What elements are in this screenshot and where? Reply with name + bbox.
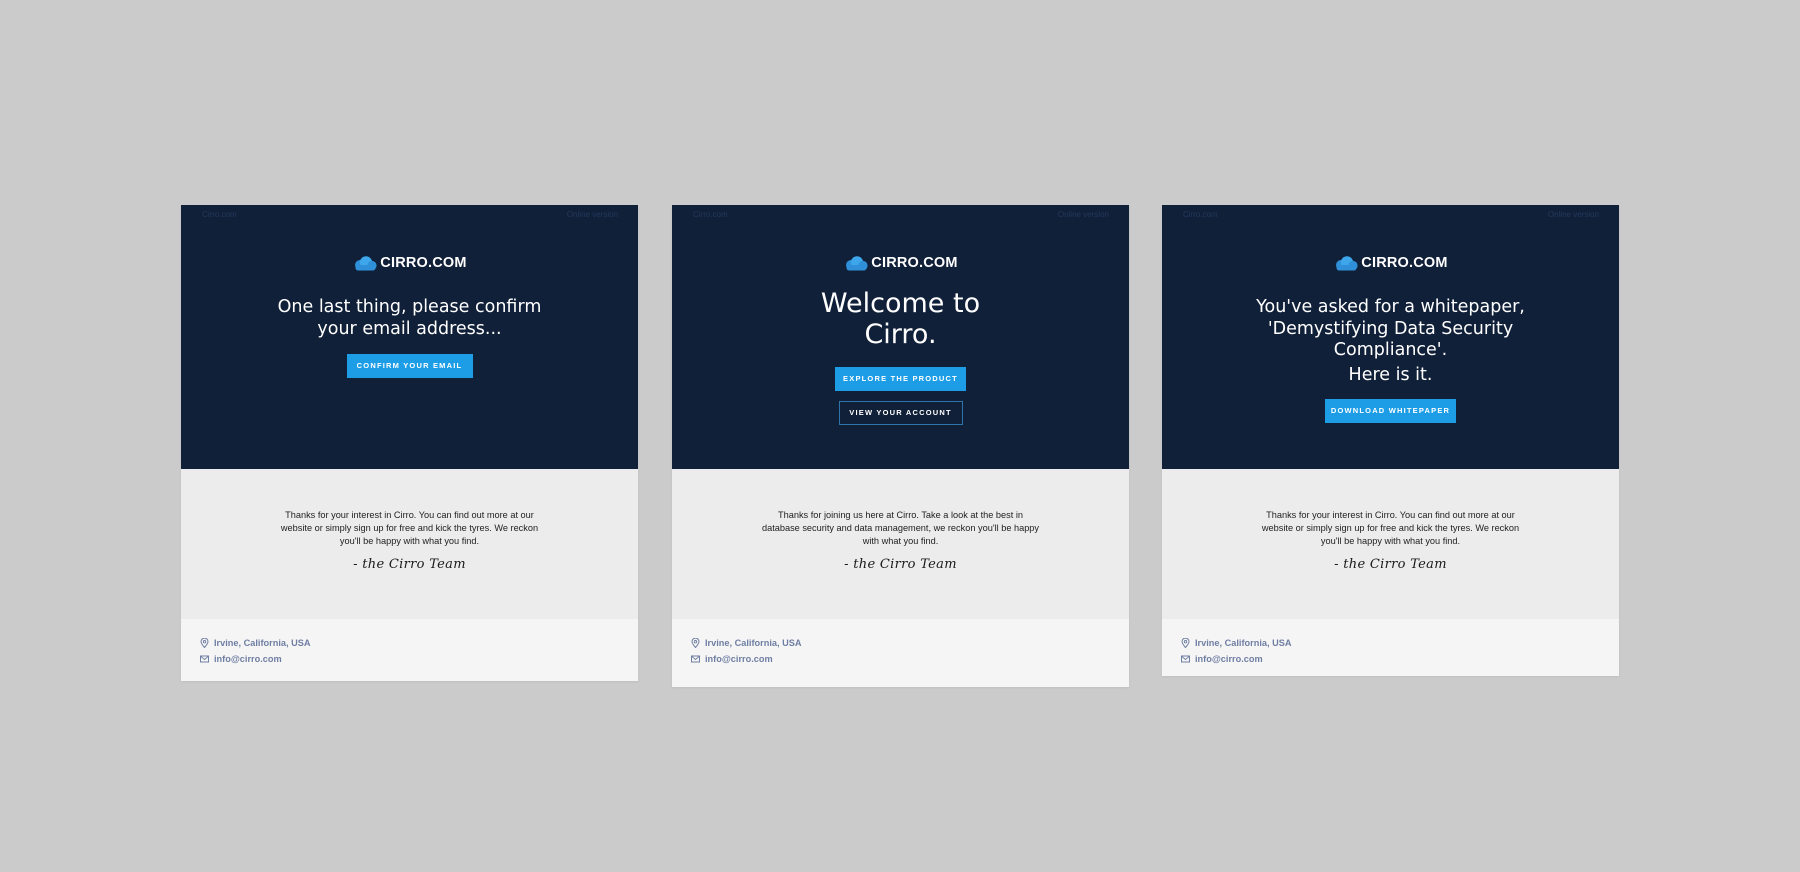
cirro-logo: CIRRO.COM (672, 253, 1129, 273)
footer-location-text: Irvine, California, USA (214, 638, 311, 648)
envelope-icon (691, 655, 700, 663)
map-pin-icon (200, 638, 209, 648)
email-hero: Cirro.com Online version CIRRO.COM Welco… (672, 205, 1129, 469)
email-footer: Irvine, California, USA info@cirro.com (672, 619, 1129, 687)
body-text: Thanks for joining us here at Cirro. Tak… (761, 510, 1040, 547)
signature: - the Cirro Team (844, 556, 957, 572)
body-text: Thanks for your interest in Cirro. You c… (280, 510, 539, 547)
email-subheadline: Here is it. (1348, 364, 1433, 385)
footer-email-link[interactable]: info@cirro.com (705, 654, 773, 664)
cloud-icon (846, 255, 868, 270)
email-headline: You've asked for a whitepaper, 'Demystif… (1256, 297, 1525, 360)
envelope-icon (1181, 655, 1190, 663)
email-headline: Welcome to Cirro. (820, 288, 981, 350)
email-body: Thanks for your interest in Cirro. You c… (181, 469, 638, 619)
site-link[interactable]: Cirro.com (202, 210, 237, 219)
email-footer: Irvine, California, USA info@cirro.com (1162, 619, 1619, 676)
explore-product-button[interactable]: EXPLORE THE PRODUCT (835, 367, 966, 391)
footer-email: info@cirro.com (1181, 651, 1619, 667)
footer-location-text: Irvine, California, USA (1195, 638, 1292, 648)
footer-email-link[interactable]: info@cirro.com (1195, 654, 1263, 664)
cirro-logo: CIRRO.COM (1162, 253, 1619, 273)
email-hero: Cirro.com Online version CIRRO.COM You'v… (1162, 205, 1619, 469)
envelope-icon (200, 655, 209, 663)
download-whitepaper-button[interactable]: DOWNLOAD WHITEPAPER (1325, 399, 1456, 423)
view-account-button[interactable]: VIEW YOUR ACCOUNT (838, 401, 963, 425)
map-pin-icon (1181, 638, 1190, 648)
online-version-link[interactable]: Online version (1058, 210, 1109, 219)
email-topbar: Cirro.com Online version (181, 205, 638, 225)
email-headline: One last thing, please confirm your emai… (277, 297, 542, 339)
site-link[interactable]: Cirro.com (693, 210, 728, 219)
footer-location-text: Irvine, California, USA (705, 638, 802, 648)
signature: - the Cirro Team (353, 556, 466, 572)
logo-text: CIRRO.COM (871, 255, 958, 271)
online-version-link[interactable]: Online version (567, 210, 618, 219)
email-card-welcome: Cirro.com Online version CIRRO.COM Welco… (672, 205, 1129, 687)
map-pin-icon (691, 638, 700, 648)
site-link[interactable]: Cirro.com (1183, 210, 1218, 219)
cloud-icon (1336, 255, 1358, 270)
email-footer: Irvine, California, USA info@cirro.com (181, 619, 638, 681)
email-body: Thanks for joining us here at Cirro. Tak… (672, 469, 1129, 619)
confirm-email-button[interactable]: CONFIRM YOUR EMAIL (346, 354, 473, 378)
email-topbar: Cirro.com Online version (672, 205, 1129, 225)
footer-location: Irvine, California, USA (1181, 635, 1619, 651)
footer-location: Irvine, California, USA (691, 635, 1129, 651)
email-card-confirm: Cirro.com Online version CIRRO.COM One l… (181, 205, 638, 681)
body-text: Thanks for your interest in Cirro. You c… (1261, 510, 1520, 547)
cirro-logo: CIRRO.COM (181, 253, 638, 273)
email-card-whitepaper: Cirro.com Online version CIRRO.COM You'v… (1162, 205, 1619, 676)
email-body: Thanks for your interest in Cirro. You c… (1162, 469, 1619, 619)
email-hero: Cirro.com Online version CIRRO.COM One l… (181, 205, 638, 469)
cloud-icon (355, 255, 377, 270)
footer-location: Irvine, California, USA (200, 635, 638, 651)
online-version-link[interactable]: Online version (1548, 210, 1599, 219)
footer-email: info@cirro.com (200, 651, 638, 667)
logo-text: CIRRO.COM (1361, 255, 1448, 271)
footer-email-link[interactable]: info@cirro.com (214, 654, 282, 664)
email-topbar: Cirro.com Online version (1162, 205, 1619, 225)
signature: - the Cirro Team (1334, 556, 1447, 572)
logo-text: CIRRO.COM (380, 255, 467, 271)
footer-email: info@cirro.com (691, 651, 1129, 667)
